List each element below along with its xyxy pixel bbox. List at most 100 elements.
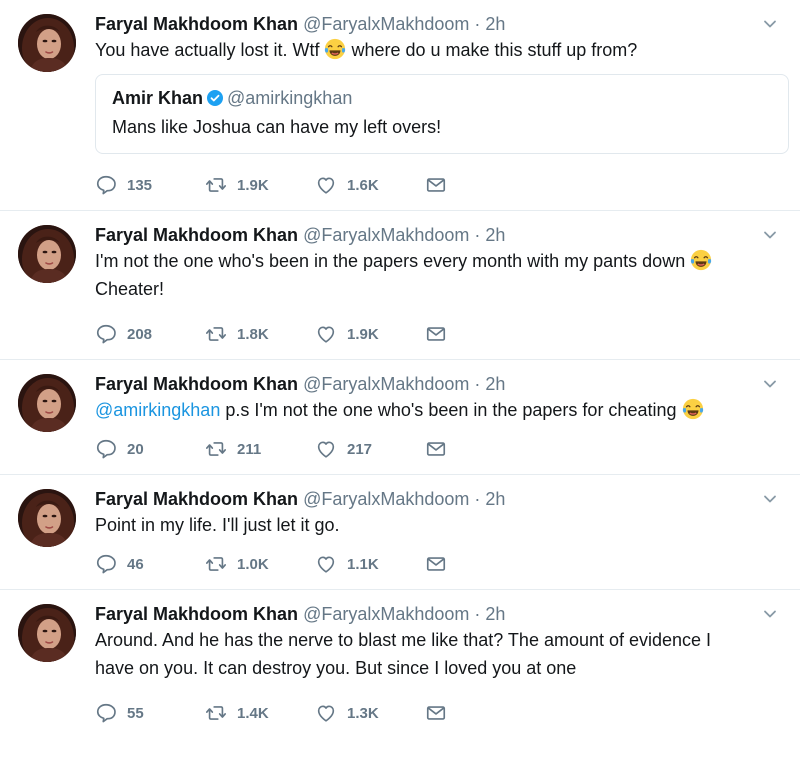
like-count: 1.6K [347,176,379,194]
timestamp[interactable]: 2h [485,225,505,245]
direct-message-button[interactable] [425,174,535,196]
avatar[interactable] [18,604,76,662]
tweet-actions: 20 211 217 [95,432,770,466]
tweet-text: Point in my life. I'll just let it go. [95,515,340,535]
author-handle[interactable]: @FaryalxMakhdoom [303,604,469,624]
avatar-image-icon [18,489,76,547]
chevron-down-icon[interactable] [762,606,778,622]
author-name[interactable]: Faryal Makhdoom Khan [95,225,298,245]
like-count: 1.3K [347,704,379,722]
author-name[interactable]: Faryal Makhdoom Khan [95,604,298,624]
tweet-text: You have actually lost it. Wtf where do … [95,36,770,64]
reply-icon [95,553,117,575]
retweet-icon [205,438,227,460]
like-count: 1.1K [347,555,379,573]
like-button[interactable]: 1.6K [315,174,425,196]
heart-icon [315,438,337,460]
quoted-tweet-text: Mans like Joshua can have my left overs! [112,117,442,137]
tweet-text-part: You have actually lost it. Wtf [95,40,325,60]
tweet-header: Faryal Makhdoom Khan @FaryalxMakhdoom · … [95,12,770,36]
timestamp[interactable]: 2h [485,14,505,34]
chevron-down-icon[interactable] [762,376,778,392]
author-name[interactable]: Faryal Makhdoom Khan [95,14,298,34]
reply-count: 46 [127,555,144,573]
direct-message-button[interactable] [425,323,535,345]
like-count: 1.9K [347,325,379,343]
direct-message-button[interactable] [425,553,535,575]
tweet-text: I'm not the one who's been in the papers… [95,247,770,303]
like-button[interactable]: 1.1K [315,553,425,575]
timestamp[interactable]: 2h [485,489,505,509]
reply-icon [95,438,117,460]
tweet-actions: 135 1.9K 1.6K [95,168,770,202]
timestamp[interactable]: 2h [485,374,505,394]
face-with-tears-of-joy-icon [682,398,704,420]
chevron-down-icon[interactable] [762,491,778,507]
author-handle[interactable]: @FaryalxMakhdoom [303,225,469,245]
tweet-text-part: Around. And he has the nerve to blast me… [95,630,712,650]
reply-button[interactable]: 208 [95,323,205,345]
envelope-icon [425,323,447,345]
chevron-down-icon[interactable] [762,227,778,243]
envelope-icon [425,702,447,724]
tweet[interactable]: Faryal Makhdoom Khan @FaryalxMakhdoom · … [0,360,800,475]
tweet-actions: 208 1.8K 1.9K [95,317,770,351]
direct-message-button[interactable] [425,438,535,460]
retweet-button[interactable]: 1.4K [205,702,315,724]
timestamp[interactable]: 2h [485,604,505,624]
tweet[interactable]: Faryal Makhdoom Khan @FaryalxMakhdoom · … [0,0,800,211]
avatar-image-icon [18,225,76,283]
author-name[interactable]: Faryal Makhdoom Khan [95,489,298,509]
reply-button[interactable]: 20 [95,438,205,460]
tweet[interactable]: Faryal Makhdoom Khan @FaryalxMakhdoom · … [0,211,800,360]
quoted-author-handle: @amirkingkhan [227,88,353,108]
tweet-text-part: have on you. It can destroy you. But sin… [95,658,577,678]
heart-icon [315,323,337,345]
avatar-image-icon [18,374,76,432]
direct-message-button[interactable] [425,702,535,724]
retweet-button[interactable]: 1.9K [205,174,315,196]
reply-button[interactable]: 46 [95,553,205,575]
separator: · [474,489,481,509]
heart-icon [315,553,337,575]
separator: · [474,604,481,624]
retweet-count: 1.4K [237,704,269,722]
like-count: 217 [347,440,373,458]
separator: · [474,374,481,394]
tweet-header: Faryal Makhdoom Khan @FaryalxMakhdoom · … [95,223,770,247]
tweet-actions: 55 1.4K 1.3K [95,696,770,730]
mention-link[interactable]: @amirkingkhan [95,400,220,420]
reply-count: 20 [127,440,144,458]
avatar[interactable] [18,14,76,72]
avatar[interactable] [18,374,76,432]
retweet-button[interactable]: 211 [205,438,315,460]
quoted-tweet[interactable]: Amir Khan @amirkingkhan Mans like Joshua … [95,74,789,154]
retweet-button[interactable]: 1.0K [205,553,315,575]
tweet-text-part: p.s I'm not the one who's been in the pa… [220,400,682,420]
avatar[interactable] [18,489,76,547]
author-handle[interactable]: @FaryalxMakhdoom [303,14,469,34]
author-handle[interactable]: @FaryalxMakhdoom [303,489,469,509]
like-button[interactable]: 217 [315,438,425,460]
retweet-button[interactable]: 1.8K [205,323,315,345]
like-button[interactable]: 1.9K [315,323,425,345]
envelope-icon [425,438,447,460]
reply-button[interactable]: 135 [95,174,205,196]
author-handle[interactable]: @FaryalxMakhdoom [303,374,469,394]
avatar-image-icon [18,604,76,662]
reply-count: 55 [127,704,144,722]
chevron-down-icon[interactable] [762,16,778,32]
tweet[interactable]: Faryal Makhdoom Khan @FaryalxMakhdoom · … [0,475,800,590]
avatar[interactable] [18,225,76,283]
author-name[interactable]: Faryal Makhdoom Khan [95,374,298,394]
retweet-icon [205,702,227,724]
reply-icon [95,323,117,345]
like-button[interactable]: 1.3K [315,702,425,724]
reply-button[interactable]: 55 [95,702,205,724]
heart-icon [315,174,337,196]
reply-count: 135 [127,176,153,194]
separator: · [474,14,481,34]
tweet-text: Around. And he has the nerve to blast me… [95,626,770,682]
face-with-tears-of-joy-icon [324,38,346,60]
tweet[interactable]: Faryal Makhdoom Khan @FaryalxMakhdoom · … [0,590,800,730]
